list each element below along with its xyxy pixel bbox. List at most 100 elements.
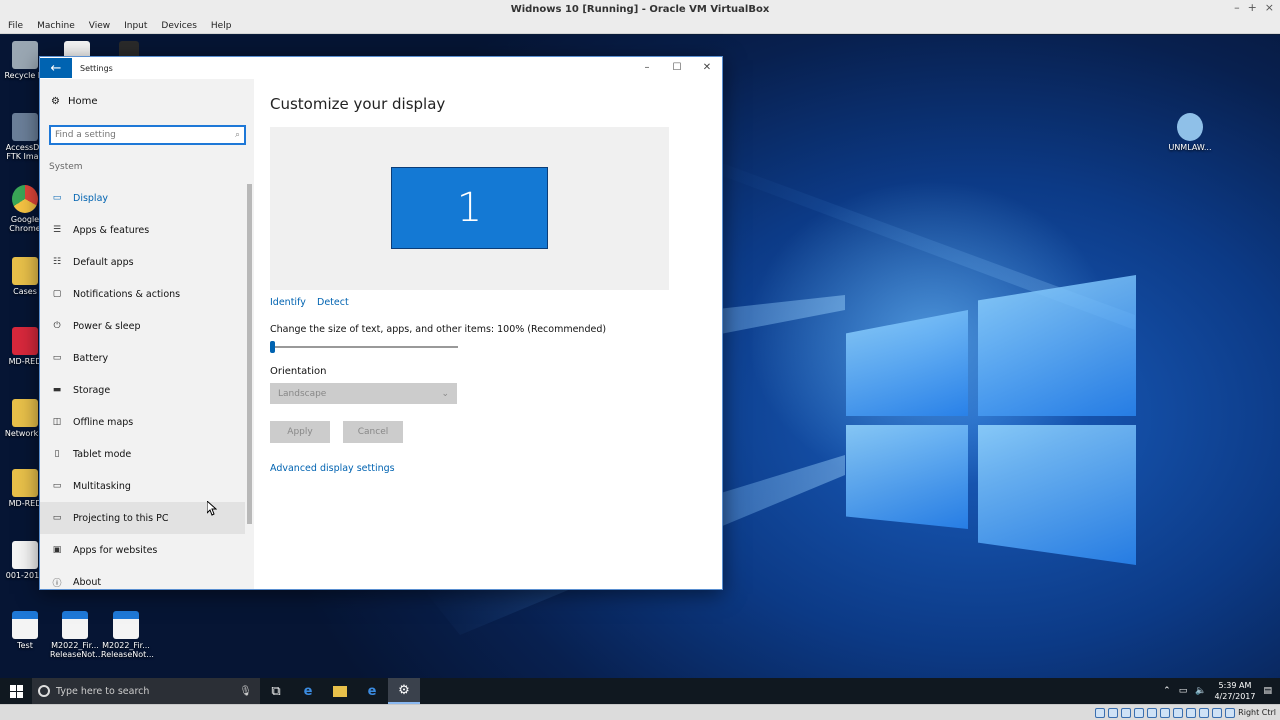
sidebar-item-notifications[interactable]: ▢ Notifications & actions (40, 278, 245, 310)
list-icon: ☰ (52, 225, 62, 235)
minimize-button[interactable]: – (632, 57, 662, 77)
taskbar-settings[interactable]: ⚙ (388, 678, 420, 704)
vbox-title: Widnows 10 [Running] - Oracle VM Virtual… (510, 3, 770, 15)
projecting-icon: ▭ (52, 513, 62, 523)
map-icon: ◫ (52, 417, 62, 427)
vbox-minimize-button[interactable]: – (1234, 1, 1240, 14)
folder-icon (333, 685, 347, 697)
close-button[interactable]: ✕ (692, 57, 722, 77)
ftk-imager-icon (12, 113, 38, 141)
orientation-select[interactable]: Landscape ⌄ (270, 383, 457, 404)
sidebar-item-power-sleep[interactable]: ⏻ Power & sleep (40, 310, 245, 342)
search-input[interactable] (55, 130, 235, 140)
sidebar-item-label: Multitasking (73, 480, 131, 492)
sidebar-item-label: Display (73, 192, 109, 204)
microphone-icon[interactable]: 🎙 (239, 686, 252, 697)
page-title: Customize your display (270, 95, 446, 113)
cortana-icon (38, 685, 50, 697)
vbox-maximize-button[interactable]: + (1248, 1, 1257, 14)
sidebar-scrollbar[interactable] (245, 182, 254, 587)
home-label: Home (67, 96, 98, 107)
taskbar-search[interactable]: Type here to search 🎙 (32, 678, 260, 704)
sidebar-item-label: Apps for websites (73, 544, 158, 556)
action-center-icon[interactable]: ▤ (1263, 686, 1272, 696)
sidebar-item-battery[interactable]: ▭ Battery (40, 342, 245, 374)
menu-view[interactable]: View (89, 21, 110, 31)
scale-slider[interactable] (270, 341, 458, 353)
document-icon (12, 541, 38, 569)
menu-help[interactable]: Help (211, 21, 232, 31)
task-view-button[interactable]: ⧉ (260, 678, 292, 704)
identify-link[interactable]: Identify (270, 297, 306, 308)
windows-logo-icon (9, 684, 23, 698)
sidebar-item-label: Storage (73, 384, 111, 396)
vbox-close-button[interactable]: × (1265, 1, 1274, 14)
vbox-menubar: File Machine View Input Devices Help (0, 18, 1280, 34)
shared-folders-icon[interactable] (1160, 707, 1171, 718)
sidebar-item-apps-features[interactable]: ☰ Apps & features (40, 214, 245, 246)
usb-icon[interactable] (1147, 707, 1158, 718)
sidebar-item-storage[interactable]: ▬ Storage (40, 374, 245, 406)
back-arrow-icon: ← (50, 60, 62, 76)
slider-thumb[interactable] (270, 341, 275, 353)
orientation-value: Landscape (278, 388, 327, 399)
apply-button[interactable]: Apply (270, 421, 330, 443)
cancel-button[interactable]: Cancel (343, 421, 403, 443)
taskbar-edge[interactable]: e (292, 678, 324, 704)
clock[interactable]: 5:39 AM 4/27/2017 (1214, 680, 1255, 702)
edge-pdf-icon (12, 611, 38, 639)
desktop-icon-unmlaw[interactable]: UNMLAW... (1165, 113, 1215, 152)
taskbar-file-explorer[interactable] (324, 678, 356, 704)
desktop-icon-test-pdf[interactable]: Test (0, 611, 50, 650)
desktop-icon-release-notes-1[interactable]: M2022_Fir... ReleaseNot... (50, 611, 103, 659)
keyboard-icon[interactable] (1225, 707, 1236, 718)
display-icon[interactable] (1173, 707, 1184, 718)
sidebar-item-multitasking[interactable]: ▭ Multitasking (40, 470, 245, 502)
advanced-display-settings-link[interactable]: Advanced display settings (270, 463, 395, 474)
menu-machine[interactable]: Machine (37, 21, 75, 31)
vbox-titlebar: Widnows 10 [Running] - Oracle VM Virtual… (0, 0, 1280, 18)
system-tray: ⌃ ▭ 🔈 5:39 AM 4/27/2017 ▤ (1163, 680, 1280, 702)
home-nav-item[interactable]: ⚙ Home (51, 96, 98, 107)
menu-input[interactable]: Input (124, 21, 147, 31)
optical-drive-icon[interactable] (1108, 707, 1119, 718)
sidebar-item-display[interactable]: ▭ Display (40, 182, 245, 214)
settings-titlebar: ← Settings – ☐ ✕ (40, 57, 722, 79)
ie-icon: e (367, 683, 377, 699)
default-apps-icon: ☷ (52, 257, 62, 267)
maximize-button[interactable]: ☐ (662, 57, 692, 77)
taskbar-search-placeholder: Type here to search (56, 685, 150, 697)
network-adapter-icon[interactable] (1134, 707, 1145, 718)
notification-icon: ▢ (52, 289, 62, 299)
monitor-icon: ▭ (52, 193, 62, 203)
mouse-integration-icon[interactable] (1212, 707, 1223, 718)
chevron-up-icon[interactable]: ⌃ (1163, 686, 1171, 696)
storage-icon: ▬ (52, 385, 62, 395)
video-capture-icon[interactable] (1186, 707, 1197, 718)
virtualization-icon[interactable] (1199, 707, 1210, 718)
taskbar-internet-explorer[interactable]: e (356, 678, 388, 704)
vbox-window-controls: – + × (1234, 1, 1274, 14)
volume-icon[interactable]: 🔈 (1195, 686, 1206, 696)
start-button[interactable] (0, 678, 32, 704)
audio-icon[interactable] (1121, 707, 1132, 718)
sidebar-item-offline-maps[interactable]: ◫ Offline maps (40, 406, 245, 438)
settings-search[interactable]: ⌕ (49, 125, 246, 145)
network-icon[interactable]: ▭ (1179, 686, 1188, 696)
hard-disk-icon[interactable] (1095, 707, 1106, 718)
desktop-icon-release-notes-2[interactable]: M2022_Fir... ReleaseNot... (101, 611, 154, 659)
scrollbar-thumb[interactable] (247, 184, 252, 524)
detect-link[interactable]: Detect (317, 297, 349, 308)
settings-sidebar: ⚙ Home ⌕ System ▭ Display ☰ Apps & featu… (40, 79, 254, 589)
sidebar-item-about[interactable]: ⓘ About (40, 566, 245, 589)
sidebar-item-tablet-mode[interactable]: ▯ Tablet mode (40, 438, 245, 470)
back-button[interactable]: ← (40, 58, 72, 78)
menu-file[interactable]: File (8, 21, 23, 31)
time: 5:39 AM (1218, 681, 1252, 690)
monitor-tile[interactable]: 1 (391, 167, 548, 249)
sidebar-item-apps-websites[interactable]: ▣ Apps for websites (40, 534, 245, 566)
window-controls: – ☐ ✕ (632, 57, 722, 77)
apps-websites-icon: ▣ (52, 545, 62, 555)
sidebar-item-default-apps[interactable]: ☷ Default apps (40, 246, 245, 278)
menu-devices[interactable]: Devices (161, 21, 196, 31)
